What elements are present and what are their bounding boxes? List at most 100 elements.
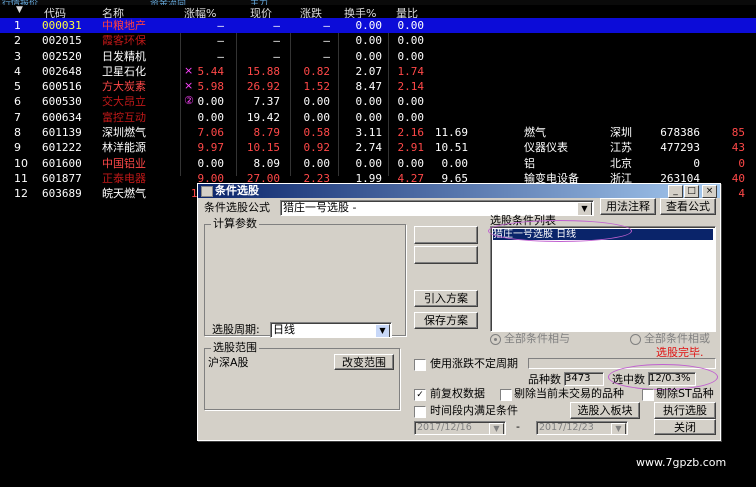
cell-vol: 0.00 <box>397 110 425 124</box>
cell-capital: 0 <box>693 156 700 170</box>
cell-chg: 0.00 <box>303 156 331 170</box>
radio-all-or[interactable] <box>630 334 641 345</box>
cell-turn: 2.74 <box>355 141 383 155</box>
table-row[interactable]: 8 601139 深圳燃气 7.06 8.79 0.58 3.11 2.16 11.69 燃气 深圳… <box>0 125 756 140</box>
cell-vol: 0.00 <box>397 49 425 63</box>
formula-label: 条件选股公式 <box>204 201 270 214</box>
cell-area: 北京 <box>610 156 632 170</box>
change-range-button[interactable]: 改变范围 <box>334 354 394 370</box>
stock-code: 002015 <box>42 34 82 48</box>
minimize-button[interactable]: _ <box>668 185 683 198</box>
cell-industry: 仪器仪表 <box>524 141 568 155</box>
delete-condition-button[interactable] <box>414 246 478 264</box>
cell-price: 8.09 <box>253 156 281 170</box>
exclude-st-checkbox[interactable] <box>642 389 654 401</box>
sort-arrow-icon[interactable]: ▼ <box>16 5 23 15</box>
exclude-suspended-label: 剔除当前未交易的品种 <box>514 387 624 400</box>
chevron-down-icon[interactable]: ▼ <box>611 423 626 434</box>
quote-table-header: ▼ 代码 名称 涨幅% 现价 涨跌 换手% 量比 <box>0 5 756 20</box>
cell-pct: 9.97 <box>197 141 225 155</box>
save-scheme-button[interactable]: 保存方案 <box>414 312 478 329</box>
annotation-oval <box>488 220 632 242</box>
use-irregular-period-checkbox[interactable] <box>414 359 426 371</box>
cell-price: 7.37 <box>253 95 281 109</box>
formula-value: 猎庄一号选股 - <box>283 201 357 214</box>
time-range-checkbox[interactable] <box>414 406 426 418</box>
row-number: 12 <box>14 187 28 201</box>
cell-last: 43 <box>731 141 745 155</box>
cell-vol: 1.74 <box>397 64 425 78</box>
row-number: 3 <box>14 49 21 63</box>
count-label: 品种数 <box>528 373 561 386</box>
count-field: 3473 <box>564 372 604 386</box>
dialog-title: 条件选股 <box>215 184 259 197</box>
quote-table: 1 000031 中粮地产 — — —0.00 0.00 2 002015 霞客环保 — — —0.00… <box>0 18 756 202</box>
chevron-down-icon[interactable]: ▼ <box>489 423 504 434</box>
row-number: 6 <box>14 95 21 109</box>
add-to-block-button[interactable]: 选股入板块 <box>570 402 640 419</box>
cell-capital: 678386 <box>660 126 700 140</box>
condition-select-dialog: 条件选股 _ □ × 条件选股公式 猎庄一号选股 - ▼ 用法注释 查看公式 计… <box>197 183 721 441</box>
cell-vol: 2.91 <box>397 141 425 155</box>
add-condition-button[interactable] <box>414 226 478 244</box>
radio-all-and[interactable] <box>490 334 501 345</box>
date-from-picker[interactable]: 2017/12/16 ▼ <box>414 421 506 435</box>
stock-code: 601139 <box>42 126 82 140</box>
table-row[interactable]: 2 002015 霞客环保 — — — 0.00 0.00 <box>0 33 756 48</box>
cell-chg: 0.82 <box>303 64 331 78</box>
table-row[interactable]: 9 601222 林洋能源 9.97 10.15 0.92 2.74 2.91 10.51 仪器仪… <box>0 140 756 155</box>
import-scheme-button[interactable]: 引入方案 <box>414 290 478 307</box>
maximize-button[interactable]: □ <box>684 185 699 198</box>
cell-turn: 0.00 <box>355 19 383 32</box>
condition-list[interactable]: 猎庄一号选股 日线 <box>490 226 716 332</box>
chevron-down-icon[interactable]: ▼ <box>375 324 390 337</box>
cell-chg: — <box>323 49 330 63</box>
cell-chg: 1.52 <box>303 80 331 94</box>
period-label: 选股周期: <box>212 323 260 336</box>
stock-code: 600516 <box>42 80 82 94</box>
cell-pct: 0.00 <box>197 95 225 109</box>
date-to-picker[interactable]: 2017/12/23 ▼ <box>536 421 628 435</box>
stock-name: 中粮地产 <box>102 19 146 32</box>
table-row[interactable]: 7 600634 富控互动 0.00 19.42 0.00 0.00 0.00 <box>0 110 756 125</box>
table-row[interactable]: 6 600530 交大昂立 ② 0.00 7.37 0.00 0.00 0.00 <box>0 94 756 109</box>
table-row[interactable]: 10 601600 中国铝业 0.00 8.09 0.00 0.00 0.00 0.00 铝 北京 0… <box>0 156 756 171</box>
cell-pct: 7.06 <box>197 126 225 140</box>
usage-notes-button[interactable]: 用法注释 <box>600 198 656 215</box>
row-number: 7 <box>14 110 21 124</box>
calc-params-title: 计算参数 <box>211 217 259 230</box>
period-value: 日线 <box>273 323 295 336</box>
view-formula-button[interactable]: 查看公式 <box>660 198 716 215</box>
close-icon[interactable]: × <box>702 185 717 198</box>
range-value: 沪深A股 <box>208 356 249 369</box>
period-select[interactable]: 日线 ▼ <box>270 322 392 338</box>
table-row[interactable]: 5 600516 方大炭素 × 5.98 26.92 1.52 8.47 2.14 <box>0 79 756 94</box>
close-button[interactable]: 关闭 <box>654 419 716 435</box>
pre-adjust-checkbox[interactable]: ✓ <box>414 389 426 401</box>
radio-all-and-label: 全部条件相与 <box>504 332 570 345</box>
table-row[interactable]: 3 002520 日发精机 — — — 0.00 0.00 <box>0 49 756 64</box>
exclude-suspended-checkbox[interactable] <box>500 389 512 401</box>
execute-select-button[interactable]: 执行选股 <box>654 402 716 419</box>
chevron-down-icon[interactable]: ▼ <box>577 202 592 215</box>
cell-price: 19.42 <box>246 110 280 124</box>
cell-price: 26.92 <box>246 80 280 94</box>
cell-turn: 0.00 <box>355 49 383 63</box>
row-number: 8 <box>14 126 21 140</box>
cell-vol: 0.00 <box>397 19 425 32</box>
app-icon <box>201 186 213 197</box>
dialog-titlebar[interactable]: 条件选股 _ □ × <box>198 184 720 198</box>
row-number: 2 <box>14 34 21 48</box>
stock-name: 交大昂立 <box>102 95 146 109</box>
cell-pct: 5.44 <box>197 64 225 78</box>
row-number: 11 <box>14 171 28 185</box>
stock-code: 601877 <box>42 171 82 185</box>
cell-vol: 0.00 <box>397 34 425 48</box>
table-row[interactable]: 1 000031 中粮地产 — — — 0.00 0.00 <box>0 18 756 34</box>
table-row[interactable]: 4 002648 卫星石化 × 5.44 15.88 0.82 2.07 1.74 <box>0 64 756 79</box>
cell-pct: 0.00 <box>197 156 225 170</box>
cell-chg: 0.00 <box>303 95 331 109</box>
stock-code: 600530 <box>42 95 82 109</box>
cell-vol: 2.14 <box>397 80 425 94</box>
cell-industry: 铝 <box>524 156 535 170</box>
